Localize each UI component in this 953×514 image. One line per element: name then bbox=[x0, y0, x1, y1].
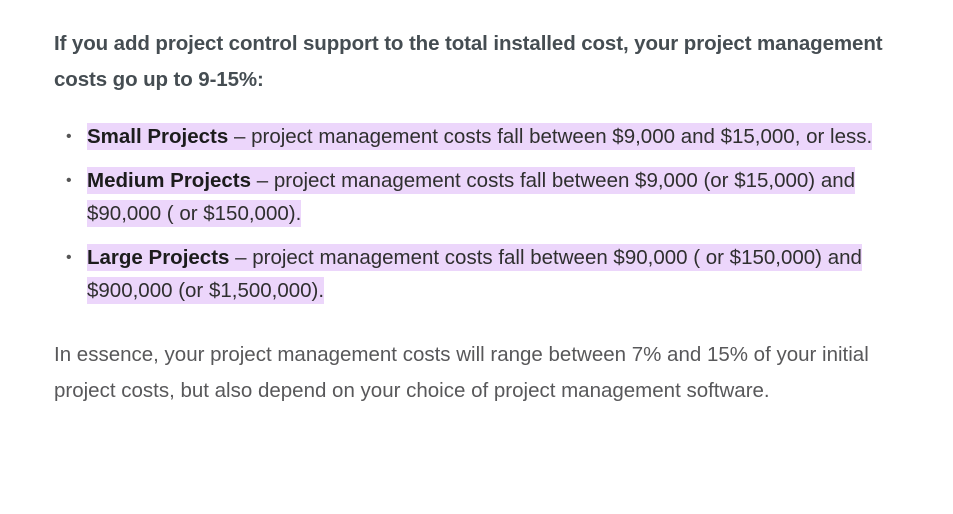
list-item-small-projects: • Small Projects – project management co… bbox=[54, 120, 894, 153]
bullet-term: Medium Projects bbox=[87, 169, 252, 192]
highlighted-text: Small Projects – project management cost… bbox=[87, 123, 873, 150]
bullet-term: Small Projects bbox=[87, 125, 229, 148]
bullet-icon: • bbox=[66, 249, 72, 266]
bullet-icon: • bbox=[66, 128, 72, 145]
highlighted-text: Large Projects – project management cost… bbox=[87, 244, 862, 304]
cost-bullet-list: • Small Projects – project management co… bbox=[54, 120, 894, 307]
article-content: If you add project control support to th… bbox=[54, 26, 894, 409]
bullet-term: Large Projects bbox=[87, 246, 230, 269]
section-heading: If you add project control support to th… bbox=[54, 32, 883, 91]
bullet-text: – project management costs fall between … bbox=[228, 125, 873, 148]
bullet-icon: • bbox=[66, 172, 72, 189]
summary-paragraph: In essence, your project management cost… bbox=[54, 343, 869, 402]
highlighted-text: Medium Projects – project management cos… bbox=[87, 167, 856, 227]
list-item-large-projects: • Large Projects – project management co… bbox=[54, 241, 894, 307]
list-item-medium-projects: • Medium Projects – project management c… bbox=[54, 164, 894, 230]
